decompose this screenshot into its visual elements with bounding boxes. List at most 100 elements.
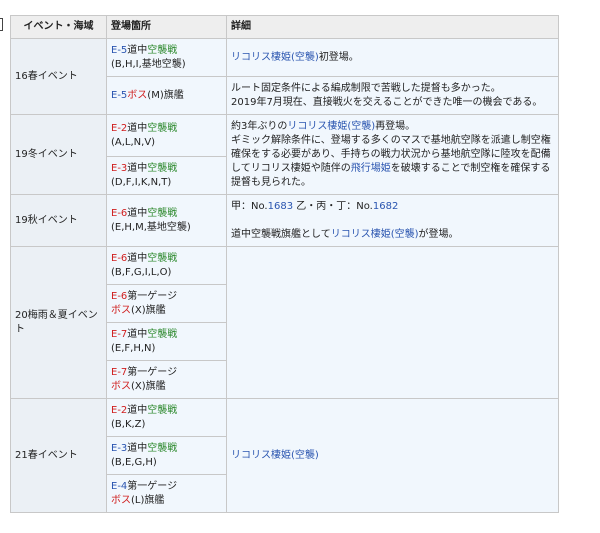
- route-label: 道中: [127, 404, 148, 416]
- stage-label: E-5: [111, 44, 128, 56]
- ship-link[interactable]: リコリス棲姫(空襲): [231, 52, 319, 63]
- location-cell: E-3道中空襲戦 (D,F,I,K,N,T): [106, 156, 227, 195]
- ship-number: 1682: [372, 200, 399, 212]
- gauge-label: 第一ゲージ: [127, 480, 178, 492]
- stage-label: E-6: [111, 252, 128, 264]
- table-header-row: イベント・海域 登場箇所 詳細: [10, 15, 559, 39]
- node-list: (D,F,I,K,N,T): [111, 176, 172, 188]
- event-cell: 19秋イベント: [10, 194, 107, 247]
- location-cell: E-7道中空襲戦 (E,F,H,N): [106, 322, 227, 361]
- node-list: (E,F,H,N): [111, 342, 156, 354]
- event-cell: 16春イベント: [10, 38, 107, 115]
- stage-label: E-6: [111, 290, 128, 302]
- header-location: 登場箇所: [106, 15, 227, 39]
- air-raid-label: 空襲戦: [147, 404, 178, 416]
- route-label: 道中: [127, 328, 148, 340]
- event-cell: 21春イベント: [10, 398, 107, 513]
- location-cell: E-2道中空襲戦 (A,L,N,V): [106, 114, 227, 157]
- stage-label: E-2: [111, 122, 128, 134]
- flagship-label: 旗艦: [163, 89, 184, 101]
- detail-cell-empty: [226, 246, 559, 399]
- detail-text: 道中空襲戦旗艦として: [231, 228, 331, 240]
- node-list: (B,H,I,基地空襲): [111, 58, 186, 70]
- gauge-label: 第一ゲージ: [127, 290, 178, 302]
- flagship-label: 旗艦: [145, 304, 166, 316]
- detail-text: 乙・丙・丁：No.: [296, 200, 373, 212]
- location-cell: E-4第一ゲージ ボス(L)旗艦: [106, 474, 227, 513]
- air-raid-label: 空襲戦: [147, 44, 178, 56]
- flagship-label: 旗艦: [145, 380, 166, 392]
- boss-label: ボス: [111, 304, 131, 316]
- stage-label: E-3: [111, 162, 128, 174]
- location-cell: E-6道中空襲戦 (B,F,G,I,L,O): [106, 246, 227, 285]
- boss-label: ボス: [111, 380, 131, 392]
- gauge-label: 第一ゲージ: [127, 366, 178, 378]
- stage-label: E-2: [111, 404, 128, 416]
- detail-text: 初登場。: [318, 51, 359, 63]
- ship-link[interactable]: リコリス棲姫(空襲): [287, 121, 375, 132]
- detail-cell: 甲：No.1683 乙・丙・丁：No.1682 道中空襲戦旗艦としてリコリス棲姫…: [226, 194, 559, 247]
- route-label: 道中: [127, 207, 148, 219]
- node-list: (B,F,G,I,L,O): [111, 266, 172, 278]
- air-raid-label: 空襲戦: [147, 207, 178, 219]
- stage-label: E-3: [111, 442, 128, 454]
- airfield-princess-link[interactable]: 飛行場姫: [351, 163, 391, 174]
- ship-link[interactable]: リコリス棲姫(空襲): [331, 229, 419, 240]
- stage-label: E-6: [111, 207, 128, 219]
- air-raid-label: 空襲戦: [147, 442, 178, 454]
- detail-cell: リコリス棲姫(空襲)初登場。: [226, 38, 559, 77]
- stage-label: E-4: [111, 480, 128, 492]
- detail-cell: リコリス棲姫(空襲): [226, 398, 559, 513]
- location-cell: E-5道中空襲戦 (B,H,I,基地空襲): [106, 38, 227, 77]
- ship-link[interactable]: リコリス棲姫(空襲): [231, 450, 319, 461]
- detail-cell: 約3年ぶりのリコリス棲姫(空襲)再登場。 ギミック解除条件に、登場する多くのマス…: [226, 114, 559, 195]
- flagship-label: 旗艦: [144, 494, 165, 506]
- ship-number: 1683: [267, 200, 294, 212]
- air-raid-label: 空襲戦: [147, 122, 178, 134]
- air-raid-label: 空襲戦: [147, 328, 178, 340]
- boss-label: ボス: [127, 89, 148, 101]
- table-row: 16春イベント E-5道中空襲戦 (B,H,I,基地空襲) リコリス棲姫(空襲)…: [10, 38, 559, 115]
- route-label: 道中: [127, 442, 148, 454]
- stage-label: E-7: [111, 328, 128, 340]
- detail-text: が登場。: [418, 228, 459, 240]
- node-list: (X): [131, 380, 146, 392]
- location-cell: E-7第一ゲージ ボス(X)旗艦: [106, 360, 227, 399]
- node-list: (E,H,M,基地空襲): [111, 221, 191, 233]
- stage-label: E-5: [111, 89, 128, 101]
- route-label: 道中: [127, 162, 148, 174]
- location-cell: E-3道中空襲戦 (B,E,G,H): [106, 436, 227, 475]
- detail-text: 再登場。: [375, 120, 416, 132]
- location-cell: E-6第一ゲージ ボス(X)旗艦: [106, 284, 227, 323]
- node-list: (M): [147, 89, 164, 101]
- event-cell: 19冬イベント: [10, 114, 107, 195]
- event-cell: 20梅雨＆夏イベント: [10, 246, 107, 399]
- table-row: 20梅雨＆夏イベント E-6道中空襲戦 (B,F,G,I,L,O): [10, 246, 559, 399]
- location-cell: E-5ボス(M)旗艦: [106, 76, 227, 115]
- air-raid-label: 空襲戦: [147, 162, 178, 174]
- boss-label: ボス: [111, 494, 131, 506]
- stage-label: E-7: [111, 366, 128, 378]
- detail-text: 約3年ぶりの: [231, 120, 288, 132]
- route-label: 道中: [127, 44, 148, 56]
- node-list: (L): [131, 494, 145, 506]
- detail-text: 2019年7月現在、直接戦火を交えることができた唯一の機会である。: [231, 96, 543, 108]
- header-event: イベント・海域: [10, 15, 107, 39]
- route-label: 道中: [127, 252, 148, 264]
- liccoris-appearance-table: イベント・海域 登場箇所 詳細 16春イベント E-5道中空襲戦 (B,H,I,…: [10, 15, 559, 513]
- node-list: (A,L,N,V): [111, 136, 156, 148]
- detail-cell: ルート固定条件による編成制限で苦戦した提督も多かった。 2019年7月現在、直接…: [226, 76, 559, 115]
- node-list: (B,E,G,H): [111, 456, 157, 468]
- table-row: 21春イベント E-2道中空襲戦 (B,K,Z) リコリス棲姫(空襲): [10, 398, 559, 513]
- location-cell: E-6道中空襲戦 (E,H,M,基地空襲): [106, 194, 227, 247]
- header-detail: 詳細: [226, 15, 559, 39]
- node-list: (X): [131, 304, 146, 316]
- location-cell: E-2道中空襲戦 (B,K,Z): [106, 398, 227, 437]
- collapse-bracket-icon: [0, 18, 3, 31]
- table-row: 19秋イベント E-6道中空襲戦 (E,H,M,基地空襲) 甲：No.1683 …: [10, 194, 559, 247]
- node-list: (B,K,Z): [111, 418, 146, 430]
- detail-text: 甲：No.: [231, 200, 268, 212]
- air-raid-label: 空襲戦: [147, 252, 178, 264]
- detail-text: ルート固定条件による編成制限で苦戦した提督も多かった。: [231, 82, 501, 94]
- route-label: 道中: [127, 122, 148, 134]
